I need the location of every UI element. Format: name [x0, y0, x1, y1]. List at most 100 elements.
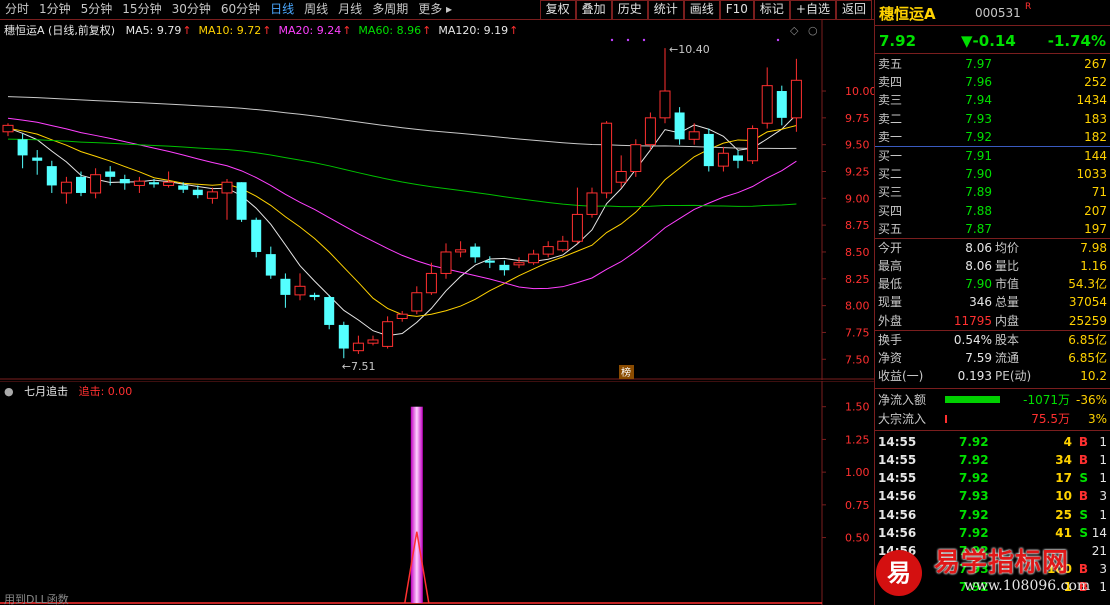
candle[interactable]	[644, 112, 656, 151]
candle[interactable]	[2, 123, 14, 137]
stat-value: 10.2	[1080, 369, 1107, 384]
candle[interactable]	[761, 67, 773, 129]
kline-chart-canvas[interactable]: 7.50 7.75 8.00 8.25 8.50 8.75 9.00 9.25 9.50 9.75…	[0, 20, 874, 380]
order-book-row[interactable]: 买一 7.91 144	[875, 147, 1110, 165]
candle[interactable]	[251, 217, 262, 258]
toolbar-button-7[interactable]: +自选	[789, 0, 836, 19]
candle[interactable]	[265, 246, 276, 279]
period-tab-8[interactable]: 月线	[333, 0, 367, 19]
candle[interactable]	[382, 316, 394, 349]
candle[interactable]	[470, 243, 481, 263]
event-marker[interactable]: 榜	[619, 365, 634, 379]
indicator-collapse-icon[interactable]: ●	[4, 385, 14, 398]
candle[interactable]	[32, 150, 43, 175]
candle[interactable]	[747, 125, 759, 164]
candle[interactable]	[90, 168, 102, 199]
stat-value: 7.90	[965, 277, 992, 292]
period-tab-2[interactable]: 5分钟	[76, 0, 118, 19]
candle[interactable]	[352, 335, 364, 354]
candle[interactable]	[60, 176, 72, 204]
order-volume: 252	[1084, 75, 1107, 90]
candle[interactable]	[236, 182, 247, 222]
candle[interactable]	[76, 171, 86, 197]
toolbar-button-8[interactable]: 返回	[835, 0, 872, 19]
candle[interactable]	[309, 292, 320, 301]
order-book-row[interactable]: 卖四 7.96 252	[875, 73, 1110, 91]
order-book-row[interactable]: 卖五 7.97 267	[875, 55, 1110, 73]
period-tab-3[interactable]: 15分钟	[117, 0, 166, 19]
toolbar-button-4[interactable]: 画线	[683, 0, 720, 19]
candle[interactable]	[396, 310, 408, 322]
order-book-row[interactable]: 买五 7.87 197	[875, 220, 1110, 238]
stock-name[interactable]: 穗恒运A	[879, 3, 936, 24]
candle-body	[542, 246, 554, 255]
toolbar-button-2[interactable]: 历史	[611, 0, 648, 19]
candle[interactable]	[499, 260, 510, 276]
sub-tick-label: 0.75	[845, 499, 870, 512]
period-tab-10[interactable]: 更多 ▸	[413, 0, 457, 19]
candle[interactable]	[338, 321, 349, 359]
toolbar-button-0[interactable]: 复权	[539, 0, 576, 19]
order-book-row[interactable]: 买三 7.89 71	[875, 183, 1110, 201]
candle[interactable]	[659, 48, 671, 124]
candle[interactable]	[455, 241, 467, 258]
indicator-chart-canvas[interactable]: 0.50 0.75 1.00 1.25 1.50	[0, 381, 874, 605]
rights-flag: R	[1025, 2, 1032, 12]
candle[interactable]	[790, 58, 802, 132]
candle[interactable]	[513, 257, 525, 269]
candle[interactable]	[119, 174, 130, 190]
candle[interactable]	[528, 249, 540, 265]
signal-bar[interactable]	[410, 406, 423, 603]
candle[interactable]	[601, 121, 613, 199]
flow-value: -1071万	[1023, 393, 1070, 408]
order-book-row[interactable]: 卖二 7.93 183	[875, 110, 1110, 128]
period-tab-5[interactable]: 60分钟	[216, 0, 265, 19]
candle[interactable]	[411, 286, 423, 315]
candle[interactable]	[717, 146, 729, 172]
candle[interactable]	[440, 243, 452, 279]
candle[interactable]	[542, 241, 554, 258]
period-tab-0[interactable]: 分时	[0, 0, 34, 19]
order-book-row[interactable]: 买二 7.90 1033	[875, 165, 1110, 183]
candle[interactable]	[280, 273, 291, 308]
stat-row: 今开 8.06 均价 7.98	[875, 239, 1110, 257]
period-tab-9[interactable]: 多周期	[367, 0, 413, 19]
candle[interactable]	[630, 139, 642, 177]
candle[interactable]	[425, 262, 437, 295]
candle[interactable]	[324, 294, 335, 330]
period-tab-4[interactable]: 30分钟	[167, 0, 216, 19]
toolbar-button-5[interactable]: F10	[719, 0, 754, 19]
candle[interactable]	[484, 256, 495, 269]
candle[interactable]	[674, 107, 685, 145]
order-book-row[interactable]: 卖三 7.94 1434	[875, 91, 1110, 109]
candle[interactable]	[133, 176, 145, 193]
candle[interactable]	[733, 150, 743, 169]
order-price: 7.93	[965, 111, 992, 126]
toolbar-button-3[interactable]: 统计	[647, 0, 684, 19]
candle[interactable]	[206, 187, 218, 204]
candle[interactable]	[557, 235, 569, 252]
toolbar-button-6[interactable]: 标记	[753, 0, 790, 19]
order-book-row[interactable]: 买四 7.88 207	[875, 202, 1110, 220]
ask-book: 卖五 7.97 267 卖四 7.96 252 卖三 7.94 1434 卖二 7.93 183 卖一 7…	[875, 54, 1110, 146]
order-book-row[interactable]: 卖一 7.92 182	[875, 128, 1110, 146]
period-tab-6[interactable]: 日线	[265, 0, 299, 19]
stat-row: 外盘 11795 内盘 25259	[875, 312, 1110, 330]
indicator-name[interactable]: 七月追击	[24, 385, 68, 398]
period-tab-1[interactable]: 1分钟	[34, 0, 76, 19]
candle[interactable]	[615, 155, 627, 188]
candle[interactable]	[294, 273, 306, 301]
kline-chart[interactable]: 7.50 7.75 8.00 8.25 8.50 8.75 9.00 9.25 9.50 9.75…	[0, 20, 874, 380]
period-tab-7[interactable]: 周线	[299, 0, 333, 19]
candle-body	[747, 128, 759, 162]
indicator-chart[interactable]: 0.50 0.75 1.00 1.25 1.50 ● 七月追击 追击: 0.00 用到D…	[0, 381, 874, 605]
candle[interactable]	[221, 179, 233, 220]
candle[interactable]	[776, 85, 787, 126]
toolbar-button-1[interactable]: 叠加	[575, 0, 612, 19]
candle[interactable]	[571, 187, 583, 244]
flow-row: 净流入额 -1071万 -36%	[875, 391, 1110, 409]
candle[interactable]	[586, 187, 598, 218]
candle[interactable]	[46, 160, 57, 193]
candle[interactable]	[367, 335, 379, 346]
candle[interactable]	[703, 128, 714, 172]
